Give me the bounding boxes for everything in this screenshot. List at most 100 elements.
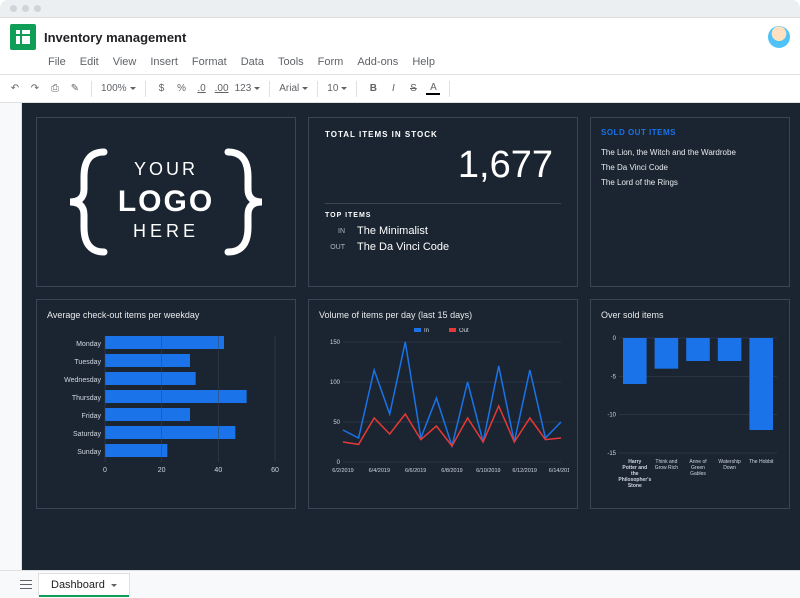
browser-window-chrome	[0, 0, 800, 18]
chart-title: Over sold items	[601, 310, 779, 320]
menu-tools[interactable]: Tools	[278, 56, 304, 68]
svg-text:Tuesday: Tuesday	[74, 359, 101, 366]
menu-format[interactable]: Format	[192, 56, 227, 68]
sold-out-panel: SOLD OUT ITEMS The Lion, the Witch and t…	[590, 117, 790, 287]
svg-text:6/12/2019: 6/12/2019	[512, 468, 536, 474]
oversold-chart[interactable]: Over sold items 0-5-10-15HarryPotter and…	[590, 299, 790, 509]
print-icon[interactable]: ⎙	[48, 83, 62, 94]
increase-decimal[interactable]: .00	[215, 83, 229, 94]
svg-text:Saturday: Saturday	[73, 431, 102, 438]
paint-format-icon[interactable]: ✎	[68, 83, 82, 94]
spreadsheet-canvas: YOUR LOGO HERE TOTAL ITEMS IN STOCK 1,67…	[0, 103, 800, 571]
logo-placeholder-panel: YOUR LOGO HERE	[36, 117, 296, 287]
decrease-decimal[interactable]: .0	[195, 83, 209, 94]
menu-addons[interactable]: Add-ons	[357, 56, 398, 68]
avg-checkout-chart[interactable]: Average check-out items per weekday Mond…	[36, 299, 296, 509]
menu-bar: File Edit View Insert Format Data Tools …	[0, 56, 800, 75]
svg-text:Gables: Gables	[690, 471, 706, 477]
title-bar: Inventory management	[0, 18, 800, 56]
menu-insert[interactable]: Insert	[150, 56, 178, 68]
list-item: The Da Vinci Code	[601, 160, 779, 175]
svg-text:HERE: HERE	[133, 221, 199, 241]
svg-text:6/4/2019: 6/4/2019	[369, 468, 390, 474]
svg-text:The Hobbit: The Hobbit	[749, 459, 774, 465]
sheet-tab-dashboard[interactable]: Dashboard	[38, 573, 130, 596]
menu-edit[interactable]: Edit	[80, 56, 99, 68]
bar-chart-svg: Monday Tuesday Wednesday Thursday Friday Satu…	[47, 328, 287, 498]
svg-text:-5: -5	[611, 374, 617, 380]
menu-help[interactable]: Help	[412, 56, 435, 68]
sold-out-list: The Lion, the Witch and the Wardrobe The…	[601, 145, 779, 191]
menu-file[interactable]: File	[48, 56, 66, 68]
svg-text:Monday: Monday	[76, 341, 101, 348]
svg-text:Grow Rich: Grow Rich	[655, 465, 679, 471]
line-chart-svg: In Out 0 50 100 150 6/2/2019 6/4/2019 6/6/2019 6/…	[319, 328, 569, 498]
bar-chart-svg: 0-5-10-15HarryPotter andthePhilosopher's…	[601, 328, 781, 498]
svg-text:6/2/2019: 6/2/2019	[332, 468, 353, 474]
menu-view[interactable]: View	[113, 56, 137, 68]
more-formats[interactable]: 123	[235, 83, 261, 94]
text-color-button[interactable]: A	[426, 82, 440, 95]
svg-text:Wednesday: Wednesday	[64, 377, 101, 384]
logo-placeholder-icon: YOUR LOGO HERE	[56, 137, 276, 267]
row-gutter	[0, 103, 22, 571]
kpi-panel: TOTAL ITEMS IN STOCK 1,677 TOP ITEMS IN …	[308, 117, 578, 287]
kpi-top-in-row: IN The Minimalist	[325, 225, 561, 237]
dashboard-sheet: YOUR LOGO HERE TOTAL ITEMS IN STOCK 1,67…	[22, 103, 800, 571]
svg-text:0: 0	[613, 336, 617, 342]
italic-button[interactable]: I	[386, 83, 400, 94]
svg-text:6/10/2019: 6/10/2019	[476, 468, 500, 474]
sheet-tab-bar: Dashboard	[0, 570, 800, 598]
kpi-top-items-label: TOP ITEMS	[325, 203, 561, 219]
svg-text:6/14/2019: 6/14/2019	[549, 468, 569, 474]
font-family-select[interactable]: Arial	[279, 83, 308, 94]
chevron-down-icon[interactable]	[111, 579, 117, 591]
font-size-select[interactable]: 10	[327, 83, 347, 94]
svg-text:150: 150	[330, 340, 341, 346]
svg-text:Stone: Stone	[628, 483, 642, 489]
svg-text:100: 100	[330, 380, 341, 386]
svg-text:Down: Down	[723, 465, 736, 471]
svg-text:Thursday: Thursday	[72, 395, 102, 402]
sheets-app-icon[interactable]	[10, 24, 36, 50]
svg-text:60: 60	[271, 467, 279, 474]
account-avatar[interactable]	[768, 26, 790, 48]
chart-title: Volume of items per day (last 15 days)	[319, 310, 567, 320]
all-sheets-icon[interactable]	[20, 579, 32, 591]
list-item: The Lion, the Witch and the Wardrobe	[601, 145, 779, 160]
bold-button[interactable]: B	[366, 83, 380, 94]
kpi-total-label: TOTAL ITEMS IN STOCK	[325, 130, 561, 139]
kpi-total-value: 1,677	[325, 139, 561, 195]
svg-text:6/8/2019: 6/8/2019	[441, 468, 462, 474]
svg-text:Out: Out	[459, 328, 469, 334]
format-percent[interactable]: %	[175, 83, 189, 94]
toolbar: ↶ ↷ ⎙ ✎ 100% $ % .0 .00 123 Arial 10 B I…	[0, 75, 800, 103]
svg-text:40: 40	[214, 467, 222, 474]
svg-text:Friday: Friday	[82, 413, 102, 420]
kpi-top-out-row: OUT The Da Vinci Code	[325, 241, 561, 253]
redo-icon[interactable]: ↷	[28, 83, 42, 94]
menu-form[interactable]: Form	[318, 56, 344, 68]
svg-text:-15: -15	[607, 451, 616, 457]
undo-icon[interactable]: ↶	[8, 83, 22, 94]
svg-text:6/6/2019: 6/6/2019	[405, 468, 426, 474]
list-item: The Lord of the Rings	[601, 175, 779, 190]
strike-button[interactable]: S	[406, 83, 420, 94]
svg-text:0: 0	[337, 460, 341, 466]
svg-text:In: In	[424, 328, 429, 334]
svg-text:YOUR: YOUR	[134, 159, 198, 179]
svg-text:LOGO: LOGO	[118, 185, 214, 218]
svg-text:Sunday: Sunday	[77, 449, 101, 456]
kpi-top-in-item: The Minimalist	[357, 225, 428, 237]
chart-title: Average check-out items per weekday	[47, 310, 285, 320]
kpi-top-out-item: The Da Vinci Code	[357, 241, 449, 253]
svg-text:50: 50	[333, 420, 340, 426]
sold-out-title: SOLD OUT ITEMS	[601, 128, 779, 137]
menu-data[interactable]: Data	[241, 56, 264, 68]
format-currency[interactable]: $	[155, 83, 169, 94]
svg-text:0: 0	[103, 467, 107, 474]
svg-text:-10: -10	[607, 413, 616, 419]
document-title[interactable]: Inventory management	[44, 30, 186, 45]
volume-per-day-chart[interactable]: Volume of items per day (last 15 days) I…	[308, 299, 578, 509]
zoom-select[interactable]: 100%	[101, 83, 136, 94]
